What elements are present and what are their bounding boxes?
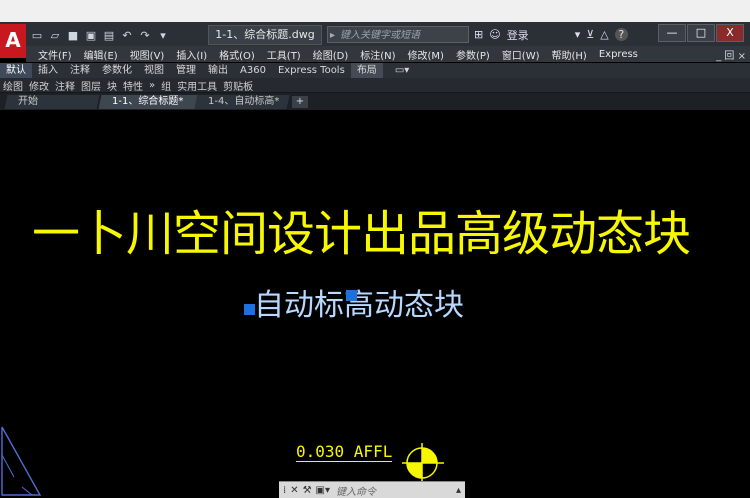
drawing-subheading[interactable]: 自动标高动态块 xyxy=(254,280,464,324)
ucs-triangle-icon xyxy=(1,426,42,496)
drawing-heading[interactable]: 一卜川空间设计出品高级动态块 xyxy=(32,194,691,264)
titlebar-tools: ⊞ ☺ 登录 ▾ ⊻ △ ? xyxy=(474,26,628,43)
menu-parametric[interactable]: 参数(P) xyxy=(456,47,490,62)
tab-express-tools[interactable]: Express Tools xyxy=(272,63,351,78)
tab-document-1-label: 1-1、综合标题* xyxy=(112,96,184,107)
minimize-button[interactable]: — xyxy=(658,24,686,42)
elevation-label[interactable]: 0.030 AFFL xyxy=(296,442,393,462)
open-icon[interactable]: ▱ xyxy=(48,29,62,43)
menu-express[interactable]: Express xyxy=(599,49,638,60)
menu-draw[interactable]: 绘图(D) xyxy=(313,47,349,62)
panel-block[interactable]: 块 xyxy=(104,78,120,93)
drawing-window-controls[interactable]: _ 回 × xyxy=(716,47,746,62)
chevron-down-icon[interactable]: ▾ xyxy=(575,28,581,41)
panel-properties[interactable]: 特性 xyxy=(120,78,146,93)
undo-icon[interactable]: ↶ xyxy=(120,29,134,43)
menu-edit[interactable]: 编辑(E) xyxy=(84,47,118,62)
tab-parametric[interactable]: 参数化 xyxy=(96,63,138,78)
maximize-button[interactable]: □ xyxy=(687,24,715,42)
tab-view[interactable]: 视图 xyxy=(138,63,170,78)
panel-utilities[interactable]: 实用工具 xyxy=(174,78,220,93)
drag-handle-icon[interactable]: ⁞ xyxy=(283,485,286,496)
ribbon-panels: 绘图 修改 注释 图层 块 特性 » 组 实用工具 剪贴板 xyxy=(0,78,750,93)
document-tabs: 开始 1-1、综合标题* 1-4、自动标高* + xyxy=(0,93,750,110)
menu-format[interactable]: 格式(O) xyxy=(219,47,255,62)
ribbon-tabs: 默认 插入 注释 参数化 视图 管理 输出 A360 Express Tools… xyxy=(0,63,750,78)
menu-insert[interactable]: 插入(I) xyxy=(176,47,207,62)
panel-clipboard[interactable]: 剪贴板 xyxy=(220,78,256,93)
saveas-icon[interactable]: ▣ xyxy=(84,29,98,43)
tab-manage[interactable]: 管理 xyxy=(170,63,202,78)
document-title: 1-1、综合标题.dwg xyxy=(208,25,322,45)
dropdown-icon[interactable]: ▾ xyxy=(156,29,170,43)
chevron-up-icon[interactable]: ▴ xyxy=(456,485,461,496)
exchange-icon[interactable]: △ xyxy=(600,28,608,41)
tab-document-2[interactable]: 1-4、自动标高* xyxy=(194,95,290,109)
menu-tools[interactable]: 工具(T) xyxy=(267,47,301,62)
menu-dimension[interactable]: 标注(N) xyxy=(360,47,395,62)
panel-draw[interactable]: 绘图 xyxy=(0,78,26,93)
command-prompt-icon[interactable]: ▣▾ xyxy=(316,485,330,496)
tab-document-2-label: 1-4、自动标高* xyxy=(208,96,280,107)
menu-bar: 文件(F) 编辑(E) 视图(V) 插入(I) 格式(O) 工具(T) 绘图(D… xyxy=(26,46,750,62)
quick-access-toolbar: ▭ ▱ ■ ▣ ▤ ↶ ↷ ▾ xyxy=(30,27,170,45)
tab-layout[interactable]: 布局 xyxy=(350,63,383,78)
search-input[interactable]: ▸ 键入关键字或短语 xyxy=(327,26,469,43)
close-icon[interactable]: ✕ xyxy=(290,485,298,496)
new-icon[interactable]: ▭ xyxy=(30,29,44,43)
print-icon[interactable]: ▤ xyxy=(102,29,116,43)
panel-modify[interactable]: 修改 xyxy=(26,78,52,93)
cart-icon[interactable]: ⊻ xyxy=(586,28,594,41)
save-icon[interactable]: ■ xyxy=(66,29,80,43)
command-line: ⁞ ✕ ⚒ ▣▾ 键入命令 ▴ xyxy=(279,481,465,498)
binoculars-icon[interactable]: ⊞ xyxy=(474,28,483,41)
tab-output[interactable]: 输出 xyxy=(202,63,234,78)
tab-start[interactable]: 开始 xyxy=(4,95,100,109)
tab-default[interactable]: 默认 xyxy=(0,63,32,78)
window-controls: — □ X xyxy=(657,24,744,42)
drawing-canvas[interactable]: 一卜川空间设计出品高级动态块 自动标高动态块 0.030 AFFL xyxy=(0,110,750,497)
grip-handle[interactable] xyxy=(244,304,255,315)
panel-groups[interactable]: 组 xyxy=(158,78,174,93)
login-label[interactable]: 登录 xyxy=(507,27,529,43)
close-button[interactable]: X xyxy=(716,24,744,42)
tab-a360[interactable]: A360 xyxy=(234,63,272,78)
panel-layers[interactable]: 图层 xyxy=(78,78,104,93)
command-input[interactable]: 键入命令 xyxy=(336,483,452,498)
panel-more[interactable]: » xyxy=(146,80,158,91)
new-tab-button[interactable]: + xyxy=(292,96,308,108)
menu-help[interactable]: 帮助(H) xyxy=(552,47,587,62)
redo-icon[interactable]: ↷ xyxy=(138,29,152,43)
elevation-marker-icon[interactable] xyxy=(402,443,446,483)
application-menu-button[interactable]: A xyxy=(0,24,26,58)
tab-annotate[interactable]: 注释 xyxy=(64,63,96,78)
tab-document-1[interactable]: 1-1、综合标题* xyxy=(98,95,198,109)
top-strip xyxy=(0,0,750,22)
tab-start-label: 开始 xyxy=(18,96,38,107)
tab-insert[interactable]: 插入 xyxy=(32,63,64,78)
user-icon[interactable]: ☺ xyxy=(489,28,500,41)
menu-modify[interactable]: 修改(M) xyxy=(408,47,444,62)
grip-handle[interactable] xyxy=(346,290,357,301)
help-icon[interactable]: ? xyxy=(614,28,628,41)
panel-annotate[interactable]: 注释 xyxy=(52,78,78,93)
ribbon-toggle-icon[interactable]: ▭▾ xyxy=(389,63,415,78)
menu-file[interactable]: 文件(F) xyxy=(38,47,72,62)
menu-window[interactable]: 窗口(W) xyxy=(502,47,540,62)
expand-arrow-icon[interactable]: ▸ xyxy=(330,27,335,44)
wrench-icon[interactable]: ⚒ xyxy=(303,485,312,496)
search-placeholder: 键入关键字或短语 xyxy=(340,30,420,41)
menu-view[interactable]: 视图(V) xyxy=(130,47,165,62)
